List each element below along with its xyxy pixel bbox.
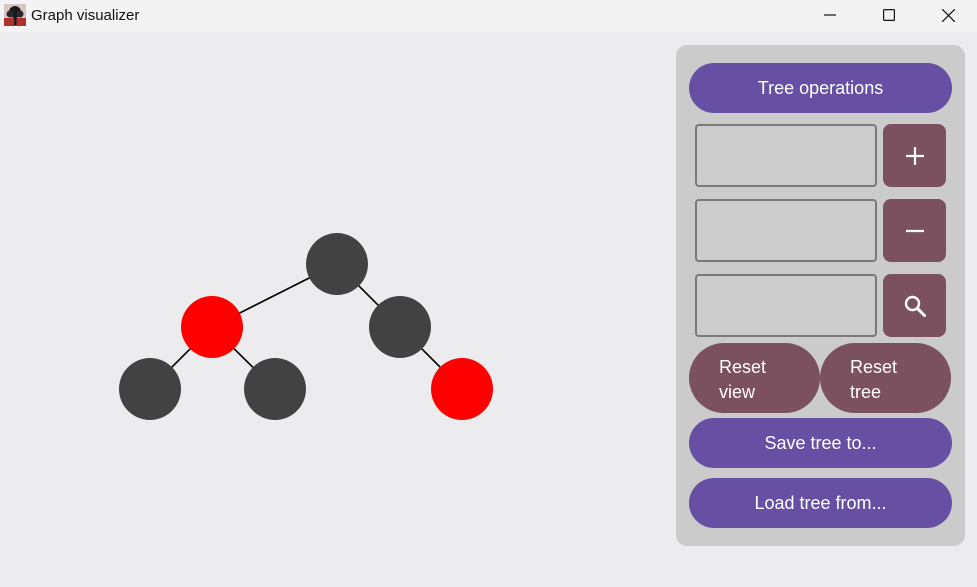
reset-view-label-line1: Reset (719, 357, 767, 377)
insert-button[interactable] (883, 124, 946, 187)
reset-tree-label-line2: tree (850, 382, 882, 402)
control-panel: Tree operations Reset view Reset tree Sa… (676, 45, 965, 546)
tree-graph[interactable] (0, 32, 670, 587)
tree-node-left[interactable] (181, 296, 243, 358)
tree-node-left-right[interactable] (244, 358, 306, 420)
window-title: Graph visualizer (31, 7, 140, 24)
remove-button[interactable] (883, 199, 946, 262)
remove-input[interactable] (695, 199, 877, 262)
tree-canvas[interactable] (0, 32, 670, 587)
minimize-icon (824, 14, 836, 16)
tree-node-right-right[interactable] (431, 358, 493, 420)
plus-icon (905, 146, 924, 165)
tree-node-right[interactable] (369, 296, 431, 358)
search-icon (904, 295, 926, 317)
save-tree-button[interactable]: Save tree to... (689, 418, 952, 468)
tree-node-root[interactable] (306, 233, 368, 295)
tree-icon (4, 4, 26, 26)
minus-icon (905, 229, 924, 232)
reset-view-button[interactable]: Reset view (689, 343, 820, 413)
title-bar: Graph visualizer (0, 0, 977, 32)
tree-operations-button[interactable]: Tree operations (689, 63, 952, 113)
close-button[interactable] (925, 0, 971, 30)
reset-tree-label-line1: Reset (850, 357, 898, 377)
reset-tree-button[interactable]: Reset tree (820, 343, 951, 413)
minimize-button[interactable] (807, 0, 853, 30)
search-input[interactable] (695, 274, 877, 337)
maximize-icon (883, 9, 895, 21)
load-tree-button[interactable]: Load tree from... (689, 478, 952, 528)
insert-input[interactable] (695, 124, 877, 187)
tree-node-left-left[interactable] (119, 358, 181, 420)
maximize-button[interactable] (866, 0, 912, 30)
close-icon (941, 8, 955, 22)
reset-view-label-line2: view (719, 382, 756, 402)
search-button[interactable] (883, 274, 946, 337)
